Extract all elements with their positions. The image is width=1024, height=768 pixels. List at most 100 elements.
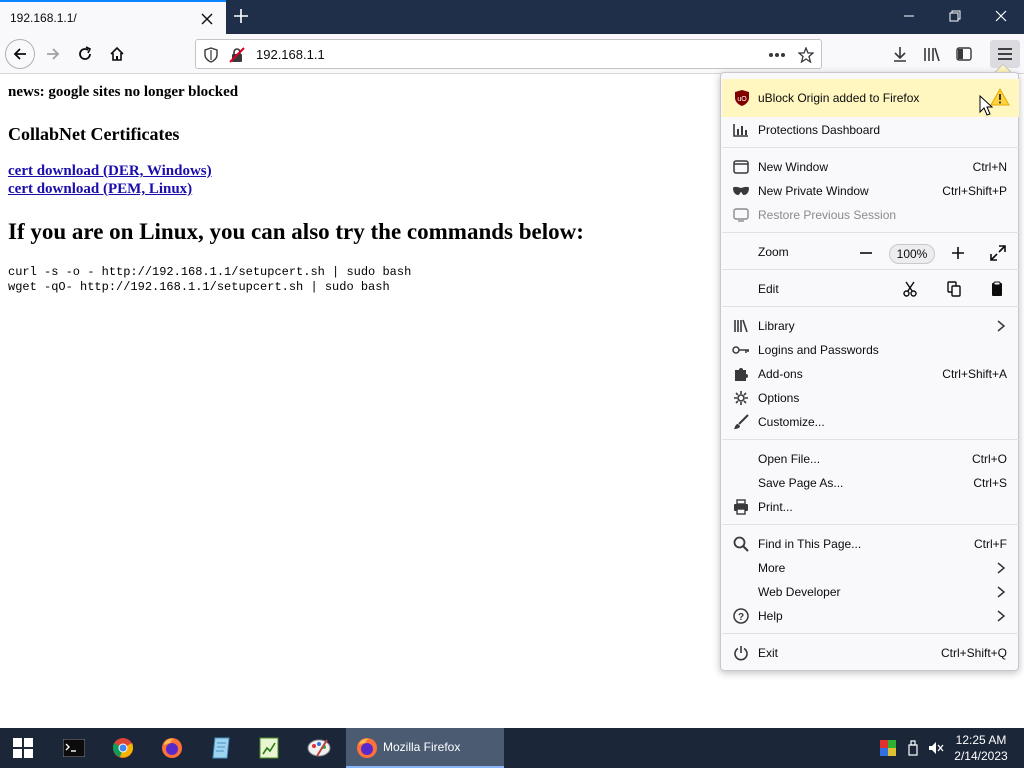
url-bar[interactable]: 192.168.1.1	[195, 39, 822, 69]
der-download-link[interactable]: cert download (DER, Windows)	[8, 163, 212, 180]
menu-label: Open File...	[758, 452, 821, 466]
hamburger-menu-icon[interactable]	[990, 40, 1020, 68]
forward-icon[interactable]	[38, 39, 68, 69]
restore-session-icon	[732, 206, 750, 224]
reload-icon[interactable]	[70, 39, 100, 69]
volume-muted-icon[interactable]	[928, 740, 944, 756]
key-icon	[732, 341, 750, 359]
notepad-icon[interactable]	[198, 728, 244, 768]
system-clock[interactable]: 12:25 AM 2/14/2023	[950, 732, 1012, 764]
taskbar-firefox-window[interactable]: Mozilla Firefox	[346, 728, 504, 768]
minimize-icon[interactable]	[886, 0, 932, 32]
menu-options[interactable]: Options	[722, 386, 1019, 410]
menu-label: Web Developer	[758, 585, 841, 599]
app-menu-panel: uO uBlock Origin added to Firefox Protec…	[720, 72, 1019, 671]
taskbar: Mozilla Firefox 12:25 AM 2/14/2023	[0, 728, 1024, 768]
firefox-icon	[357, 738, 377, 758]
wget-command: wget -qO- http://192.168.1.1/setupcert.s…	[8, 280, 390, 294]
windows-start-icon[interactable]	[0, 728, 46, 768]
cut-icon[interactable]	[899, 278, 921, 300]
menu-library[interactable]: Library	[722, 314, 1019, 338]
menu-web-developer[interactable]: Web Developer	[722, 580, 1019, 604]
close-window-icon[interactable]	[978, 0, 1024, 32]
terminal-icon[interactable]	[51, 728, 97, 768]
home-icon[interactable]	[102, 39, 132, 69]
chrome-icon[interactable]	[100, 728, 146, 768]
navigation-toolbar: 192.168.1.1	[0, 34, 1024, 74]
library-icon[interactable]	[920, 42, 944, 66]
menu-separator	[722, 147, 1019, 148]
linux-heading: If you are on Linux, you can also try th…	[8, 219, 584, 244]
bookmark-star-icon[interactable]	[797, 46, 815, 64]
insecure-lock-icon[interactable]	[228, 46, 246, 64]
help-icon: ?	[732, 607, 750, 625]
shield-icon[interactable]	[202, 46, 220, 64]
sidebar-icon[interactable]	[952, 42, 976, 66]
downloads-icon[interactable]	[888, 42, 912, 66]
menu-label: Add-ons	[758, 367, 803, 381]
menu-label: Help	[758, 609, 783, 623]
back-icon[interactable]	[5, 39, 35, 69]
menu-shortcut: Ctrl+Shift+Q	[940, 646, 1007, 660]
copy-icon[interactable]	[943, 278, 965, 300]
menu-more[interactable]: More	[722, 556, 1019, 580]
url-text: 192.168.1.1	[256, 47, 325, 62]
color-app-tray-icon[interactable]	[880, 740, 896, 756]
menu-edit-row: Edit	[722, 277, 1019, 301]
menu-label: Save Page As...	[758, 476, 844, 490]
tab-active[interactable]: 192.168.1.1/	[0, 0, 226, 34]
menu-label: Find in This Page...	[758, 537, 862, 551]
menu-save-page[interactable]: Save Page As... Ctrl+S	[722, 471, 1019, 495]
svg-text:uO: uO	[737, 96, 747, 103]
menu-protections-dashboard[interactable]: Protections Dashboard	[722, 118, 1019, 142]
paste-icon[interactable]	[986, 278, 1008, 300]
cert-heading: CollabNet Certificates	[8, 124, 180, 144]
menu-label: Logins and Passwords	[758, 343, 879, 357]
menu-separator	[722, 633, 1019, 634]
pem-download-link[interactable]: cert download (PEM, Linux)	[8, 181, 192, 198]
zoom-out-icon[interactable]	[855, 242, 877, 264]
close-tab-icon[interactable]	[198, 10, 216, 28]
paint-icon[interactable]	[296, 728, 342, 768]
menu-shortcut: Ctrl+O	[971, 452, 1007, 466]
menu-print[interactable]: Print...	[722, 495, 1019, 519]
menu-label: Zoom	[758, 245, 789, 259]
menu-open-file[interactable]: Open File... Ctrl+O	[722, 447, 1019, 471]
menu-find-in-page[interactable]: Find in This Page... Ctrl+F	[722, 532, 1019, 556]
spreadsheet-icon[interactable]	[246, 728, 292, 768]
menu-label: Exit	[758, 646, 779, 660]
new-tab-icon[interactable]	[230, 5, 252, 27]
menu-exit[interactable]: Exit Ctrl+Shift+Q	[722, 641, 1019, 665]
power-icon	[732, 644, 750, 662]
menu-new-private-window[interactable]: New Private Window Ctrl+Shift+P	[722, 179, 1019, 203]
addon-banner[interactable]: uO uBlock Origin added to Firefox	[722, 79, 1019, 117]
menu-help[interactable]: ? Help	[722, 604, 1019, 628]
zoom-in-icon[interactable]	[947, 242, 969, 264]
menu-label: Edit	[758, 282, 779, 296]
menu-shortcut: Ctrl+S	[973, 476, 1007, 490]
menu-label: Print...	[758, 500, 793, 514]
chevron-right-icon	[997, 610, 1006, 622]
menu-customize[interactable]: Customize...	[722, 410, 1019, 434]
usb-device-icon[interactable]	[905, 740, 921, 756]
menu-separator	[722, 439, 1019, 440]
taskbar-window-label: Mozilla Firefox	[383, 740, 461, 754]
fullscreen-icon[interactable]	[987, 242, 1009, 264]
chevron-right-icon	[997, 562, 1006, 574]
paintbrush-icon	[732, 413, 750, 431]
menu-new-window[interactable]: New Window Ctrl+N	[722, 155, 1019, 179]
restore-icon[interactable]	[932, 0, 978, 32]
menu-shortcut: Ctrl+Shift+A	[942, 367, 1007, 381]
menu-separator	[722, 269, 1019, 270]
menu-logins-passwords[interactable]: Logins and Passwords	[722, 338, 1019, 362]
chevron-right-icon	[997, 320, 1006, 332]
firefox-icon[interactable]	[149, 728, 195, 768]
menu-addons[interactable]: Add-ons Ctrl+Shift+A	[722, 362, 1019, 386]
new-window-icon	[732, 158, 750, 176]
menu-label: Restore Previous Session	[758, 208, 897, 222]
library-icon	[732, 317, 750, 335]
page-actions-icon[interactable]	[768, 46, 786, 64]
menu-label: New Window	[758, 160, 829, 174]
menu-label: Customize...	[758, 415, 825, 429]
zoom-reset-button[interactable]: 100%	[889, 244, 935, 264]
